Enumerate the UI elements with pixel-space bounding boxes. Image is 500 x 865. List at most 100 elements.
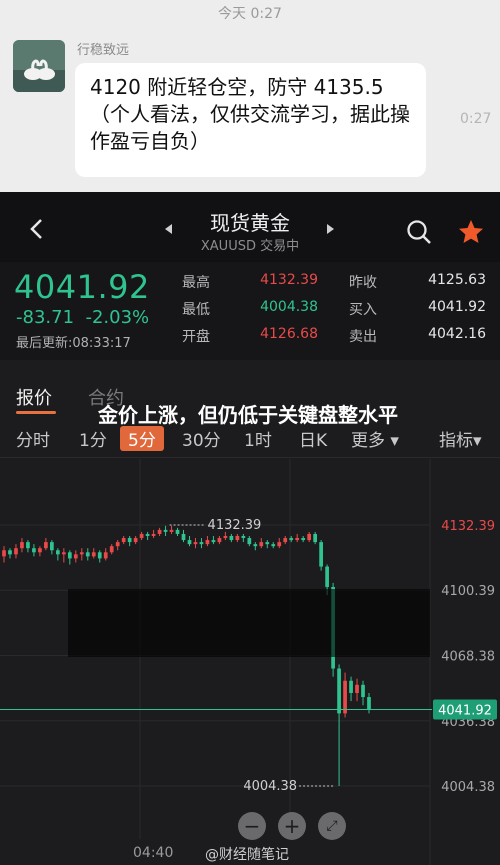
tab-underline [16, 411, 56, 414]
candle-body [121, 538, 126, 543]
candle-body [2, 550, 6, 557]
current-price-tag-label: 4041.92 [438, 703, 492, 718]
candle-body [32, 548, 36, 553]
candle-body [8, 550, 12, 555]
period-1h[interactable]: 1时 [244, 426, 272, 451]
candle-body [91, 552, 96, 557]
current-price: 4041.92 [14, 268, 150, 306]
period-30min[interactable]: 30分 [182, 426, 221, 451]
candle-body [26, 542, 30, 549]
candle-body [211, 540, 216, 543]
y-tick-label: 4004.38 [441, 780, 495, 795]
candle-body [337, 668, 341, 714]
period-1min[interactable]: 1分 [79, 426, 107, 451]
candle-body [277, 542, 282, 547]
candle-body [61, 552, 66, 555]
indicators-label: 指标 [439, 431, 473, 451]
high-marker-label: 4132.39 [208, 518, 262, 533]
y-axis-labels: 4132.394100.394068.384036.384004.38 [441, 519, 495, 795]
stat-value-open: 4126.68 [260, 326, 318, 342]
last-update: 最后更新:08:33:17 [16, 336, 131, 351]
candle-body [109, 546, 114, 553]
candle-body [235, 535, 240, 541]
news-caption: 金价上涨，但仍低于关键盘整水平 [98, 403, 398, 427]
candle-body [271, 544, 276, 547]
stat-label-ask: 卖出 [349, 329, 377, 345]
period-more-label: 更多 [351, 431, 385, 451]
candle-body [73, 554, 78, 559]
candle-body [97, 552, 102, 559]
period-more[interactable]: 更多 ▾ [351, 426, 399, 451]
candle-body [223, 535, 228, 539]
y-tick-label: 4068.38 [441, 650, 495, 665]
candle-body [289, 538, 294, 541]
zoom-out-icon[interactable]: − [238, 812, 266, 840]
candle-body [20, 542, 24, 549]
star-icon[interactable] [457, 218, 485, 246]
stat-label-low: 最低 [182, 302, 210, 318]
stat-value-ask: 4042.16 [428, 326, 486, 342]
candle-body [187, 540, 192, 545]
candle-body [79, 552, 84, 555]
tab-quote[interactable]: 报价 [16, 384, 52, 410]
candle-body [151, 533, 156, 536]
period-5min[interactable]: 5分 [120, 426, 164, 451]
caption-overlay [68, 589, 430, 657]
avatar[interactable] [13, 40, 65, 92]
stat-label-prev-close: 昨收 [349, 275, 377, 291]
candle-body [133, 538, 138, 543]
candle-body [253, 544, 258, 547]
candle-body [169, 529, 174, 532]
sender-name: 行稳致远 [77, 43, 130, 58]
change-percent: -2.03% [85, 307, 150, 328]
candle-body [115, 542, 120, 547]
period-daily[interactable]: 日K [299, 426, 327, 451]
search-icon[interactable] [405, 218, 433, 246]
swan-avatar-icon [13, 40, 65, 92]
next-instrument-icon[interactable] [327, 224, 334, 234]
price-change: -83.71 -2.03% [16, 307, 149, 328]
quote-panel: 4041.92 -83.71 -2.03% 最后更新:08:33:17 最高 4… [0, 262, 500, 360]
message-bubble[interactable]: 4120 附近轻仓空，防守 4135.5（个人看法，仅供交流学习，据此操作盈亏自… [75, 63, 426, 177]
candle-body [85, 552, 90, 557]
stat-value-low: 4004.38 [260, 299, 318, 315]
candle-body [157, 529, 162, 534]
candle-body [145, 533, 150, 536]
candlestick-chart[interactable]: 4132.394100.394068.384036.384004.38 4132… [0, 459, 500, 865]
candle-body [14, 548, 18, 555]
candle-body [193, 542, 198, 545]
screenshot-root: 今天 0:27 行稳致远 4120 附近轻仓空，防守 4135.5（个人看法，仅… [0, 0, 500, 865]
candle-body [163, 529, 168, 532]
candle-body [139, 533, 144, 539]
indicators-menu[interactable]: 指标▾ [439, 426, 482, 451]
time-axis-label: 04:40 [133, 845, 174, 861]
candle-body [361, 684, 365, 698]
candle-body [301, 538, 306, 541]
stat-value-high: 4132.39 [260, 272, 318, 288]
candle-body [50, 542, 54, 551]
candle-body [127, 538, 132, 543]
candle-body [241, 535, 246, 539]
candle-body [343, 680, 347, 714]
candle-body [367, 697, 371, 710]
candle-body [325, 566, 329, 587]
zoom-in-icon[interactable]: + [278, 812, 306, 840]
candle-body [217, 538, 222, 543]
candle-body [44, 542, 48, 549]
low-marker-label: 4004.38 [243, 779, 297, 794]
candle-body [295, 538, 300, 541]
gold-quote-app: 现货黄金 XAUUSD 交易中 4041.92 -83.71 -2.03% 最后… [0, 192, 500, 865]
stat-label-open: 开盘 [182, 329, 210, 345]
chat-timestamp: 今天 0:27 [218, 6, 282, 22]
candle-body [313, 533, 318, 543]
candle-body [259, 542, 264, 547]
fullscreen-icon[interactable]: ⤢ [318, 812, 346, 840]
y-tick-label: 4132.39 [441, 519, 495, 534]
stat-value-bid: 4041.92 [428, 299, 486, 315]
candle-body [175, 529, 180, 534]
candle-body [349, 680, 353, 693]
current-price-line-group: 4041.92 [0, 699, 497, 720]
period-timeshare[interactable]: 分时 [16, 426, 50, 451]
candle-body [55, 550, 60, 555]
message-time: 0:27 [460, 111, 492, 127]
